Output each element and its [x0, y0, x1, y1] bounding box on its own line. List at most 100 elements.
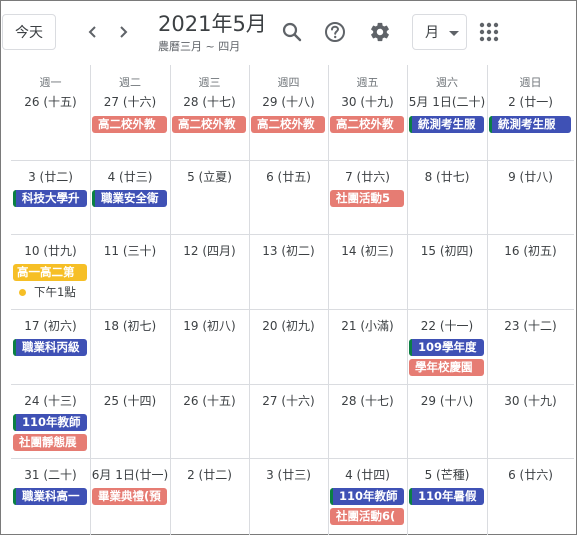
day-number[interactable]: 6 (廿六) [487, 466, 574, 483]
settings-button[interactable] [365, 17, 395, 47]
view-selector[interactable]: 月 [412, 14, 467, 50]
event-chip[interactable]: 科技大學升 [13, 190, 87, 207]
search-button[interactable] [277, 17, 307, 47]
event-chip[interactable]: 110年暑假 [409, 488, 484, 505]
day-cell[interactable]: 30 (十九) [487, 384, 574, 458]
day-cell[interactable]: 11 (三十) [90, 234, 170, 309]
day-number[interactable]: 30 (十九) [328, 93, 407, 110]
day-number[interactable]: 28 (十七) [328, 392, 407, 409]
day-number[interactable]: 2 (廿二) [170, 466, 249, 483]
day-cell[interactable]: 28 (十七) [328, 384, 407, 458]
day-number[interactable]: 16 (初五) [487, 242, 574, 259]
day-number[interactable]: 7 (廿六) [328, 168, 407, 185]
day-number[interactable]: 10 (廿九) [11, 242, 90, 259]
day-number[interactable]: 11 (三十) [90, 242, 170, 259]
day-number[interactable]: 4 (廿四) [328, 466, 407, 483]
day-cell[interactable]: 19 (初八) [170, 309, 249, 384]
day-number[interactable]: 6月 1日(廿一) [90, 466, 170, 483]
day-cell[interactable]: 21 (小滿) [328, 309, 407, 384]
day-number[interactable]: 29 (十八) [249, 93, 328, 110]
event-chip[interactable]: 社團靜態展 [13, 434, 87, 451]
day-number[interactable]: 20 (初九) [249, 317, 328, 334]
day-cell[interactable]: 20 (初九) [249, 309, 328, 384]
day-cell[interactable]: 週二 27 (十六) [90, 65, 170, 160]
event-chip[interactable]: 畢業典禮(預 [92, 488, 167, 505]
day-number[interactable]: 4 (廿三) [90, 168, 170, 185]
event-chip[interactable]: 職業科丙級 [13, 339, 87, 356]
day-number[interactable]: 30 (十九) [487, 392, 574, 409]
day-number[interactable]: 13 (初二) [249, 242, 328, 259]
day-number[interactable]: 14 (初三) [328, 242, 407, 259]
day-number[interactable]: 3 (廿三) [249, 466, 328, 483]
day-cell[interactable]: 6 (廿六) [487, 458, 574, 535]
day-cell[interactable]: 18 (初七) [90, 309, 170, 384]
day-cell[interactable]: 週三 28 (十七) [170, 65, 249, 160]
day-cell[interactable]: 14 (初三) [328, 234, 407, 309]
day-number[interactable]: 23 (十二) [487, 317, 574, 334]
day-number[interactable]: 29 (十八) [407, 392, 487, 409]
day-cell[interactable]: 8 (廿七) [407, 160, 487, 234]
day-number[interactable]: 5 (立夏) [170, 168, 249, 185]
day-cell[interactable]: 16 (初五) [487, 234, 574, 309]
day-number[interactable]: 5月 1日(二十) [407, 93, 487, 110]
day-number[interactable]: 6 (廿五) [249, 168, 328, 185]
event-chip[interactable]: 高二校外教 [92, 116, 167, 133]
previous-month-button[interactable] [80, 19, 106, 45]
day-number[interactable]: 25 (十四) [90, 392, 170, 409]
day-cell[interactable]: 23 (十二) [487, 309, 574, 384]
today-button[interactable]: 今天 [2, 14, 56, 50]
event-chip[interactable]: 社團活動6( [330, 508, 404, 525]
event-chip[interactable]: 職業科高一 [13, 488, 87, 505]
day-cell[interactable]: 27 (十六) [249, 384, 328, 458]
day-cell[interactable]: 13 (初二) [249, 234, 328, 309]
event-chip[interactable]: 高一高二第 [13, 264, 87, 281]
event-chip[interactable]: 統測考生服 [409, 116, 484, 133]
day-number[interactable]: 15 (初四) [407, 242, 487, 259]
event-chip[interactable]: 學年校慶園 [409, 359, 484, 376]
day-cell[interactable]: 2 (廿二) [170, 458, 249, 535]
day-number[interactable]: 21 (小滿) [328, 317, 407, 334]
day-number[interactable]: 22 (十一) [407, 317, 487, 334]
event-chip[interactable]: 高二校外教 [251, 116, 325, 133]
day-cell[interactable]: 週六 5月 1日(二十) [407, 65, 487, 160]
next-month-button[interactable] [110, 19, 136, 45]
event-chip[interactable]: 110年教師 [13, 414, 87, 431]
day-number[interactable]: 26 (十五) [11, 93, 90, 110]
event-chip[interactable]: 109學年度 [409, 339, 484, 356]
day-cell[interactable]: 3 (廿三) [249, 458, 328, 535]
day-number[interactable]: 31 (二十) [11, 466, 90, 483]
day-number[interactable]: 24 (十三) [11, 392, 90, 409]
apps-button[interactable] [474, 17, 504, 47]
day-cell[interactable]: 5 (立夏) [170, 160, 249, 234]
day-cell[interactable]: 12 (四月) [170, 234, 249, 309]
event-chip[interactable]: 高二校外教 [330, 116, 404, 133]
day-cell[interactable]: 25 (十四) [90, 384, 170, 458]
day-number[interactable]: 5 (芒種) [407, 466, 487, 483]
day-number[interactable]: 27 (十六) [90, 93, 170, 110]
help-button[interactable] [320, 17, 350, 47]
event-chip[interactable]: 統測考生服 [489, 116, 571, 133]
day-cell[interactable]: 週五 30 (十九) [328, 65, 407, 160]
day-number[interactable]: 28 (十七) [170, 93, 249, 110]
day-cell[interactable]: 週一 26 (十五) [11, 65, 90, 160]
timed-event[interactable]: 下午1點 [13, 284, 87, 300]
event-chip[interactable]: 職業安全衛 [92, 190, 167, 207]
event-chip[interactable]: 社團活動5 [330, 190, 404, 207]
day-cell[interactable]: 26 (十五) [170, 384, 249, 458]
day-cell[interactable]: 29 (十八) [407, 384, 487, 458]
day-number[interactable]: 8 (廿七) [407, 168, 487, 185]
day-cell[interactable]: 週日 2 (廿一) [487, 65, 574, 160]
day-number[interactable]: 17 (初六) [11, 317, 90, 334]
day-cell[interactable]: 週四 29 (十八) [249, 65, 328, 160]
event-chip[interactable]: 高二校外教 [172, 116, 246, 133]
day-number[interactable]: 19 (初八) [170, 317, 249, 334]
day-number[interactable]: 3 (廿二) [11, 168, 90, 185]
day-number[interactable]: 9 (廿八) [487, 168, 574, 185]
day-number[interactable]: 12 (四月) [170, 242, 249, 259]
day-number[interactable]: 27 (十六) [249, 392, 328, 409]
day-cell[interactable]: 15 (初四) [407, 234, 487, 309]
day-number[interactable]: 18 (初七) [90, 317, 170, 334]
day-number[interactable]: 26 (十五) [170, 392, 249, 409]
day-number[interactable]: 2 (廿一) [487, 93, 574, 110]
day-cell[interactable]: 9 (廿八) [487, 160, 574, 234]
